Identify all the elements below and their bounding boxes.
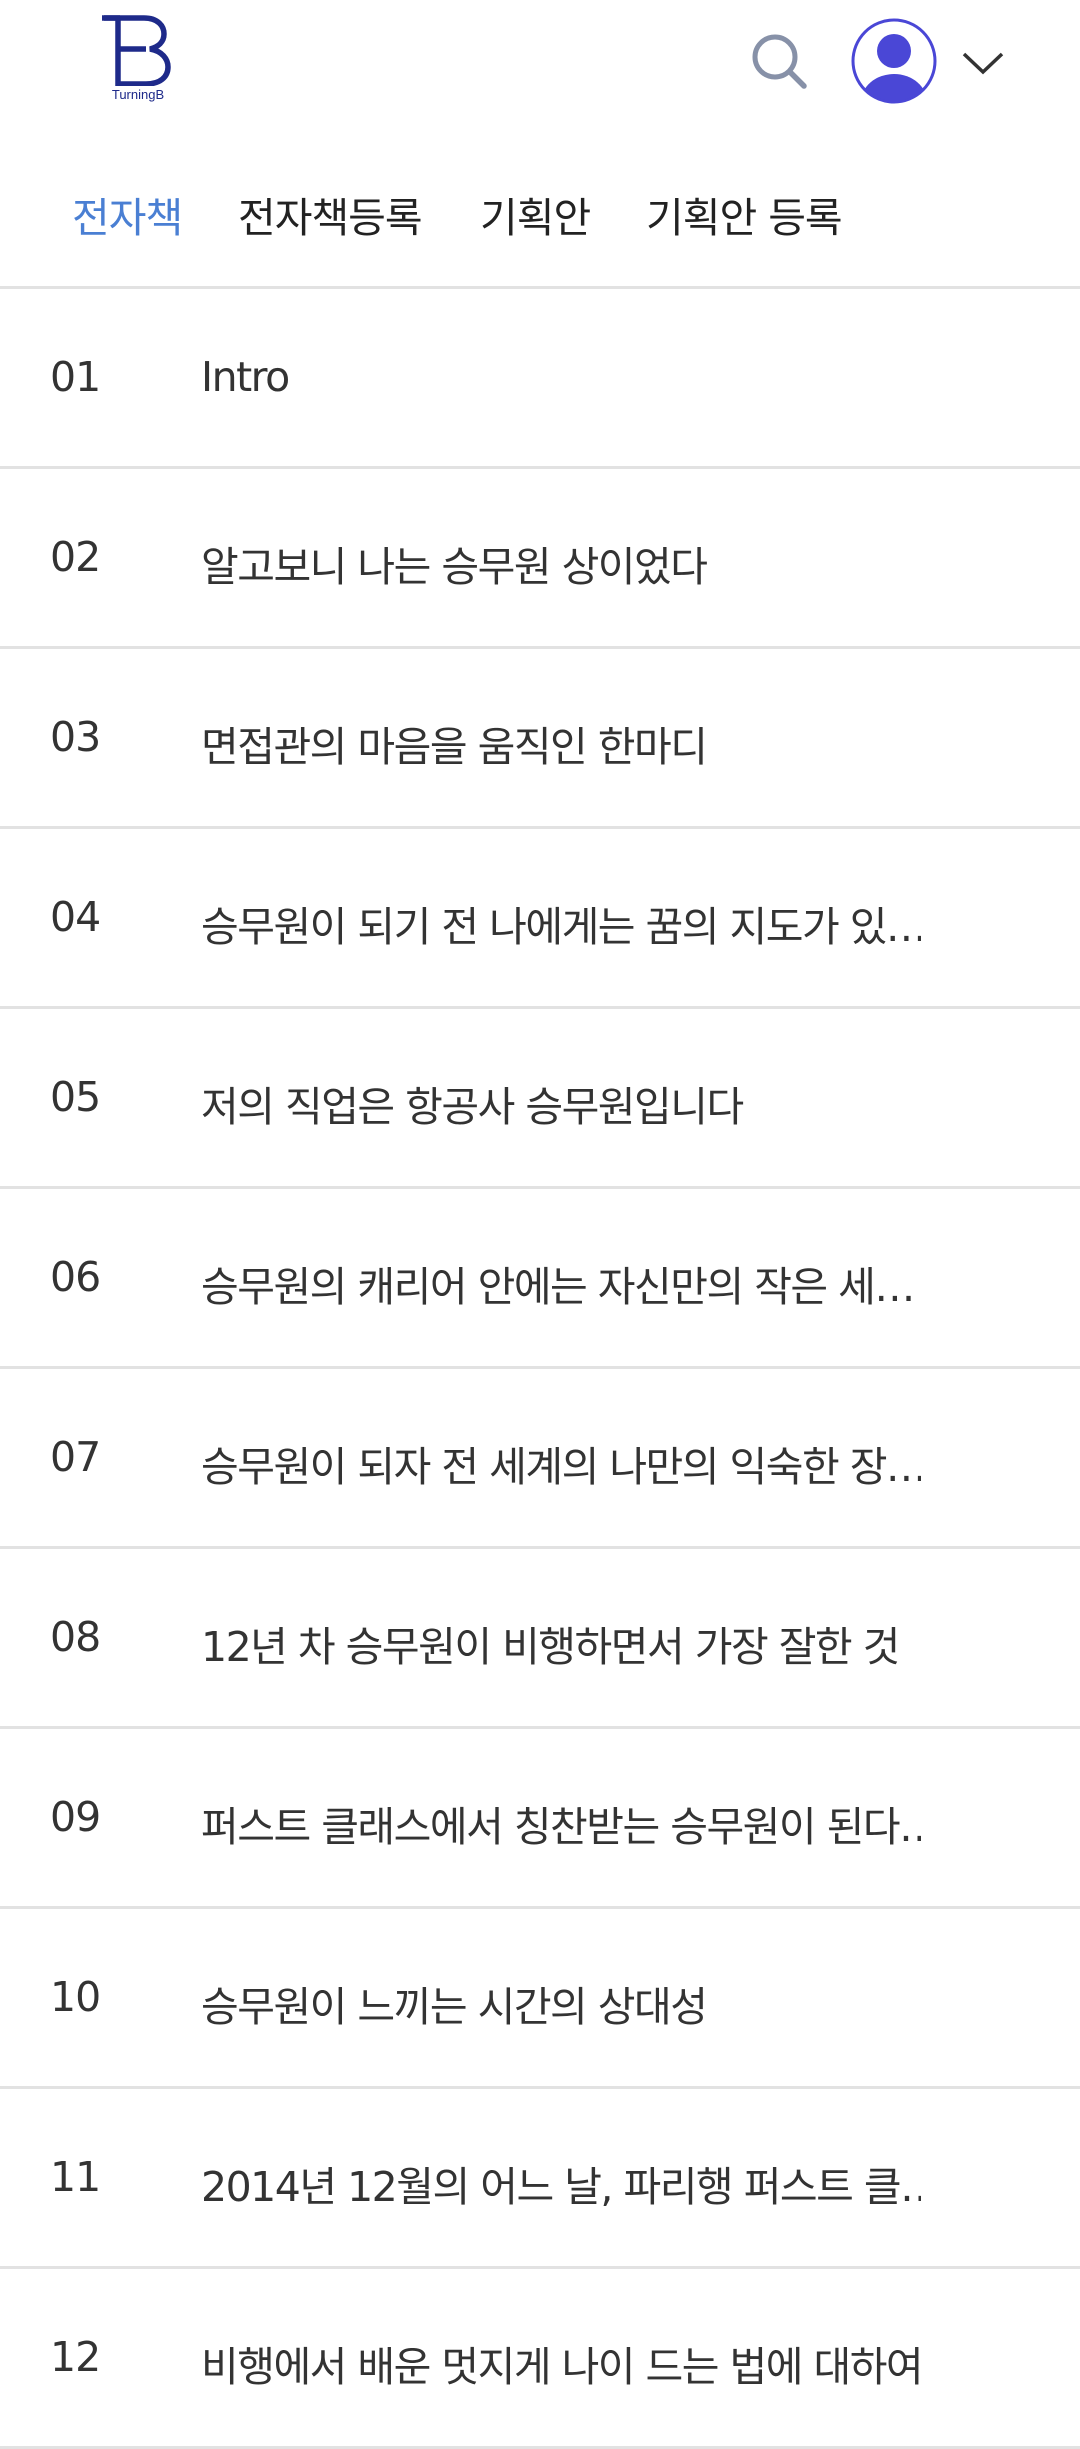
chapter-row[interactable]: 06 승무원의 캐리어 안에는 자신만의 작은 세…	[0, 1189, 1080, 1369]
search-button[interactable]	[748, 30, 812, 94]
tab-ebook-register[interactable]: 전자책등록	[238, 184, 423, 244]
logo-b-icon	[102, 15, 171, 86]
chapter-row[interactable]: 03 면접관의 마음을 움직인 한마디	[0, 649, 1080, 829]
chapter-title: 승무원이 느끼는 시간의 상대성	[201, 1983, 708, 2031]
tab-proposal[interactable]: 기획안	[480, 184, 591, 244]
chapter-row[interactable]: 12 비행에서 배운 멋지게 나이 드는 법에 대하여	[0, 2269, 1080, 2449]
chapter-title: 퍼스트 클래스에서 칭찬받는 승무원이 된다…	[201, 1803, 921, 1851]
chapter-number: 07	[50, 1433, 101, 1481]
chapter-row[interactable]: 10 승무원이 느끼는 시간의 상대성	[0, 1909, 1080, 2089]
chapter-row[interactable]: 08 12년 차 승무원이 비행하면서 가장 잘한 것	[0, 1549, 1080, 1729]
account-menu-toggle[interactable]	[960, 48, 1006, 78]
chapter-row[interactable]: 04 승무원이 되기 전 나에게는 꿈의 지도가 있…	[0, 829, 1080, 1009]
chapter-number: 12	[50, 2333, 101, 2381]
chapter-number: 05	[50, 1073, 101, 1121]
tab-proposal-register[interactable]: 기획안 등록	[646, 184, 843, 244]
logo-wordmark: TurningB	[111, 87, 165, 102]
chapter-number: 10	[50, 1973, 101, 2021]
chapter-number: 01	[50, 353, 101, 401]
chapter-number: 04	[50, 893, 101, 941]
chapter-row[interactable]: 07 승무원이 되자 전 세계의 나만의 익숙한 장…	[0, 1369, 1080, 1549]
chevron-down-icon	[962, 52, 1004, 75]
chapter-title: 승무원이 되기 전 나에게는 꿈의 지도가 있…	[201, 903, 921, 951]
chapter-title: 12년 차 승무원이 비행하면서 가장 잘한 것	[201, 1623, 900, 1671]
chapter-title: 면접관의 마음을 움직인 한마디	[201, 723, 708, 771]
chapter-number: 03	[50, 713, 101, 761]
app-header: TurningB	[0, 0, 1080, 140]
chapter-row[interactable]: 05 저의 직업은 항공사 승무원입니다	[0, 1009, 1080, 1189]
chapter-row[interactable]: 01 Intro	[0, 289, 1080, 469]
chapter-title: 2014년 12월의 어느 날, 파리행 퍼스트 클…	[201, 2163, 921, 2211]
chapter-number: 11	[50, 2153, 101, 2201]
chapter-row[interactable]: 09 퍼스트 클래스에서 칭찬받는 승무원이 된다…	[0, 1729, 1080, 1909]
chapter-title: 저의 직업은 항공사 승무원입니다	[201, 1083, 744, 1131]
turningb-logo[interactable]: TurningB	[98, 14, 178, 110]
chapter-title: 비행에서 배운 멋지게 나이 드는 법에 대하여	[201, 2343, 921, 2391]
chapter-row[interactable]: 02 알고보니 나는 승무원 상이었다	[0, 469, 1080, 649]
tab-ebook[interactable]: 전자책	[72, 184, 183, 244]
chapter-number: 06	[50, 1253, 101, 1301]
user-avatar-icon	[851, 18, 937, 104]
search-icon	[752, 34, 807, 89]
chapter-title: 승무원이 되자 전 세계의 나만의 익숙한 장…	[201, 1443, 921, 1491]
chapter-number: 02	[50, 533, 101, 581]
chapter-title: 승무원의 캐리어 안에는 자신만의 작은 세…	[201, 1263, 915, 1311]
tab-bar: 전자책 전자책등록 기획안 기획안 등록	[0, 140, 1080, 289]
user-avatar-button[interactable]	[851, 18, 937, 104]
chapter-title: Intro	[201, 353, 290, 401]
chapter-list: 01 Intro 02 알고보니 나는 승무원 상이었다 03 면접관의 마음을…	[0, 289, 1080, 2449]
chapter-title: 알고보니 나는 승무원 상이었다	[201, 543, 708, 591]
chapter-row[interactable]: 11 2014년 12월의 어느 날, 파리행 퍼스트 클…	[0, 2089, 1080, 2269]
chapter-number: 09	[50, 1793, 101, 1841]
chapter-number: 08	[50, 1613, 101, 1661]
